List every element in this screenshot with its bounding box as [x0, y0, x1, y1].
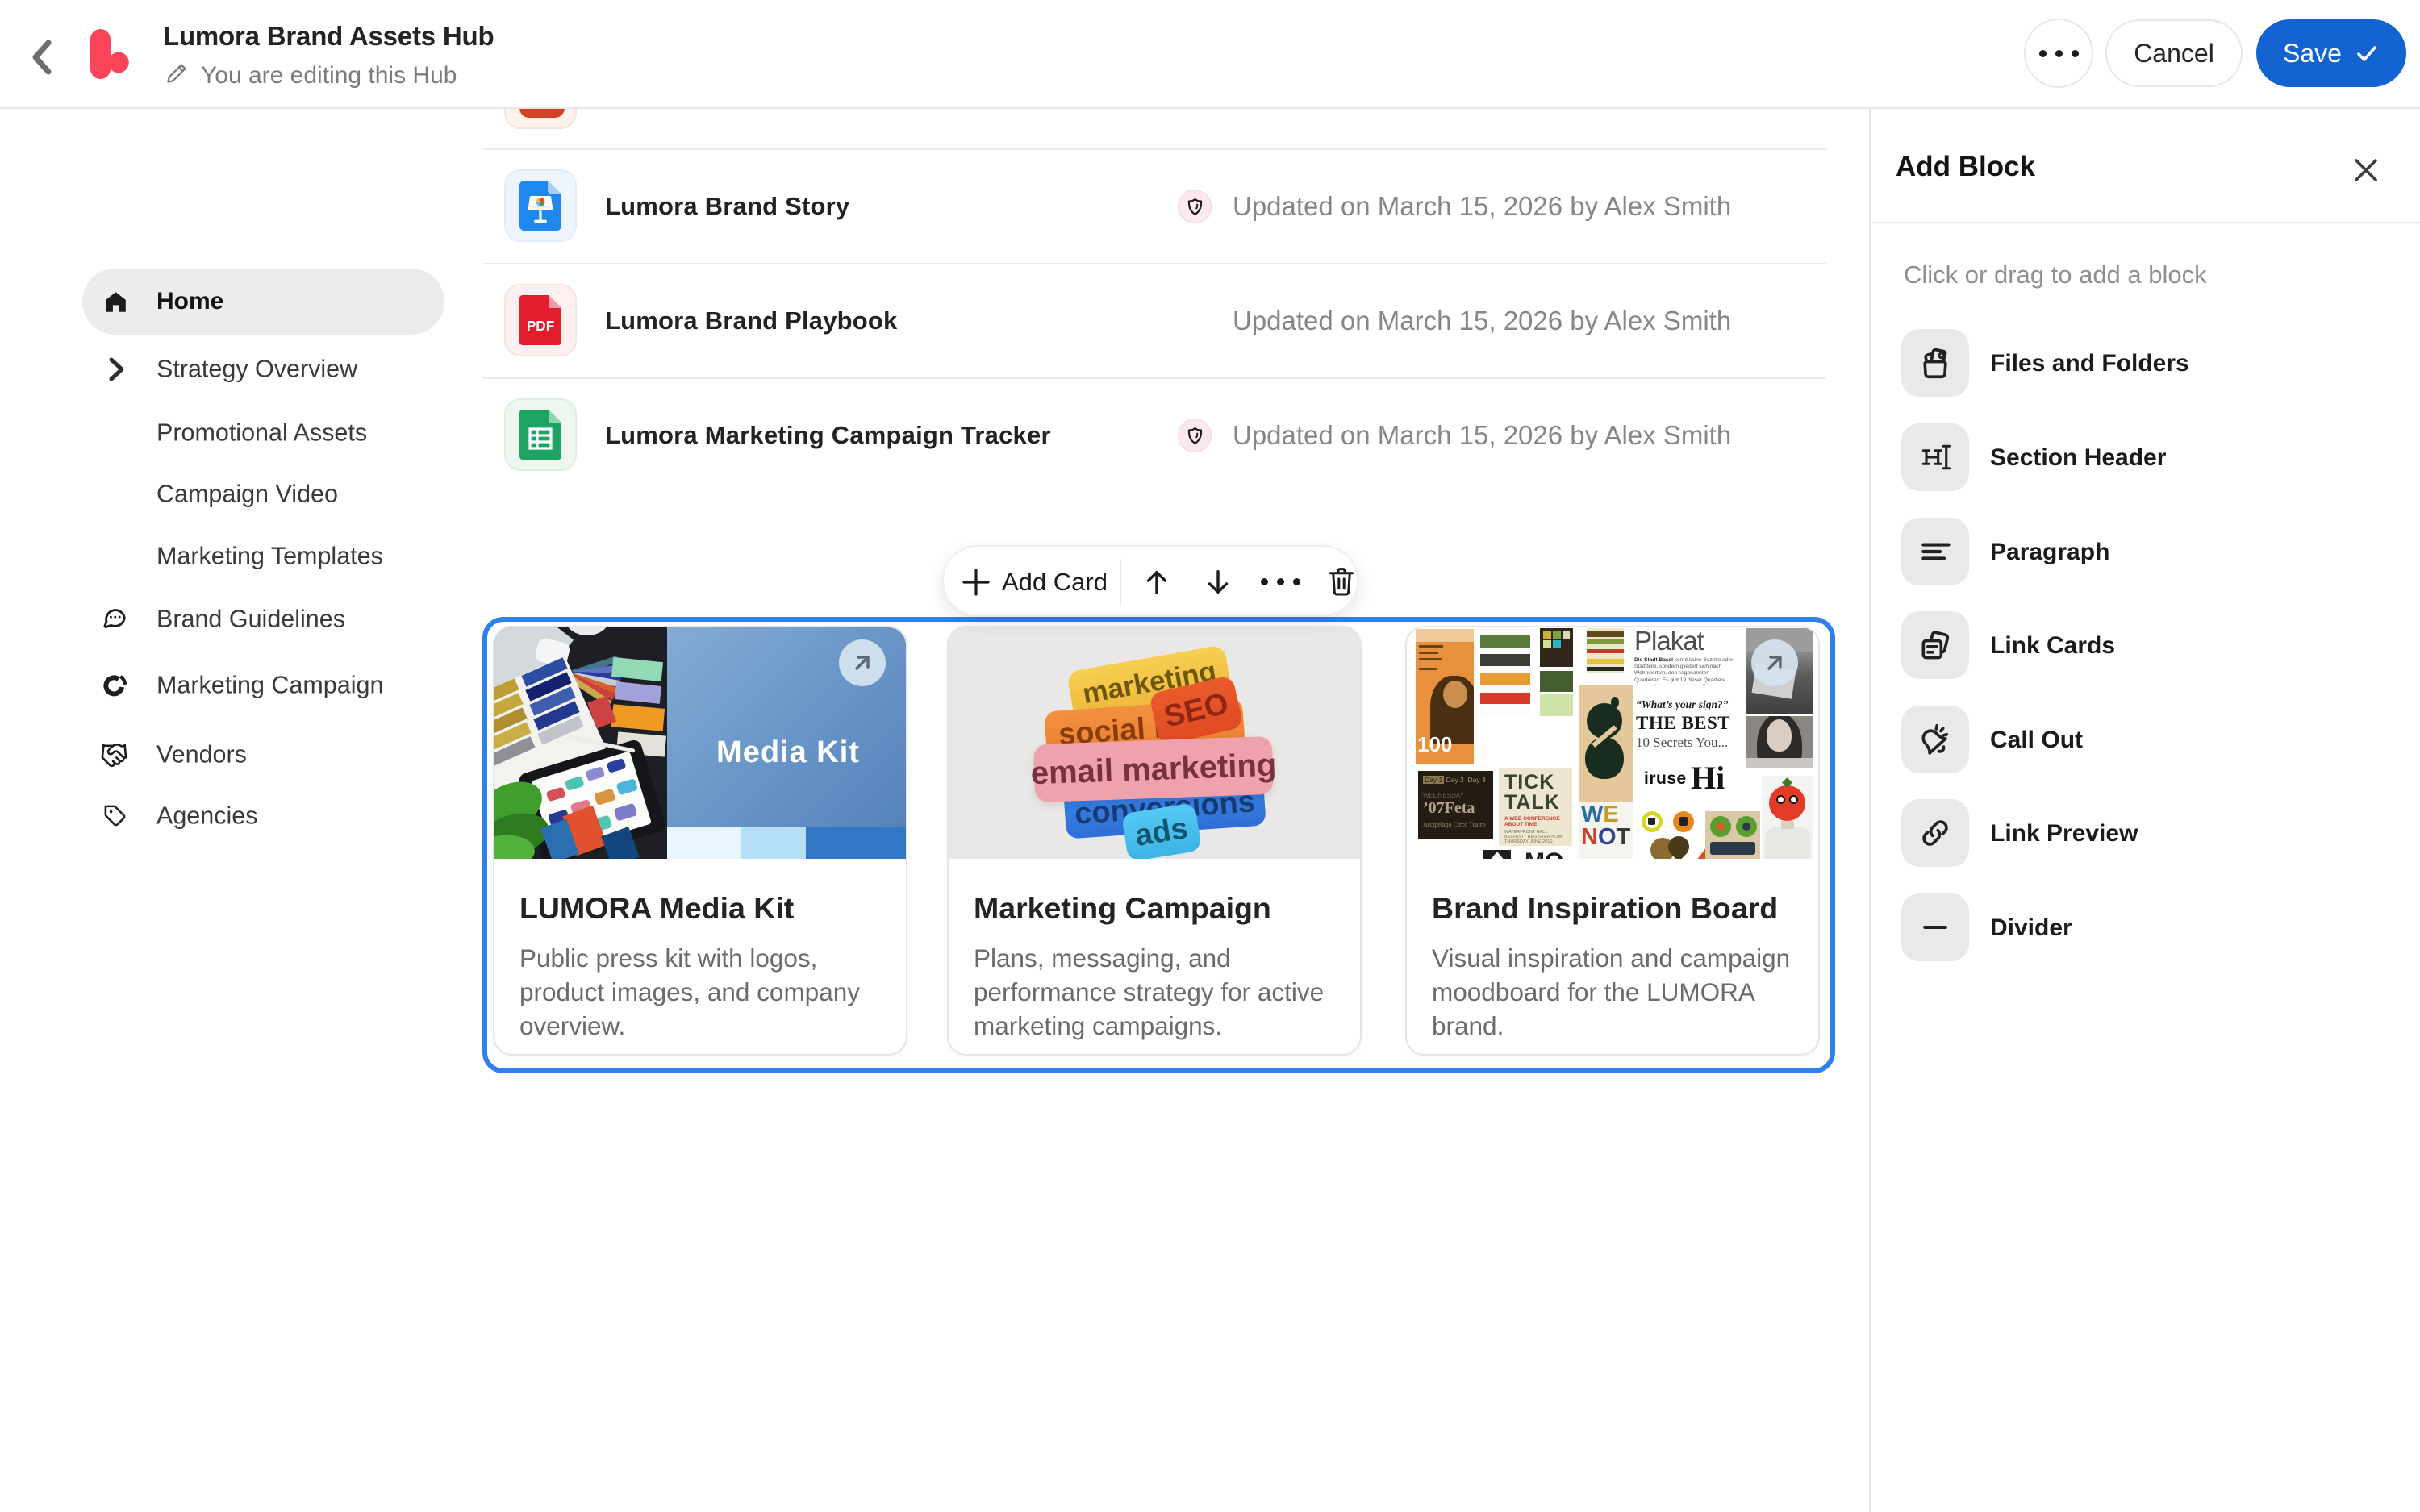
svg-text:PDF: PDF — [527, 318, 554, 334]
